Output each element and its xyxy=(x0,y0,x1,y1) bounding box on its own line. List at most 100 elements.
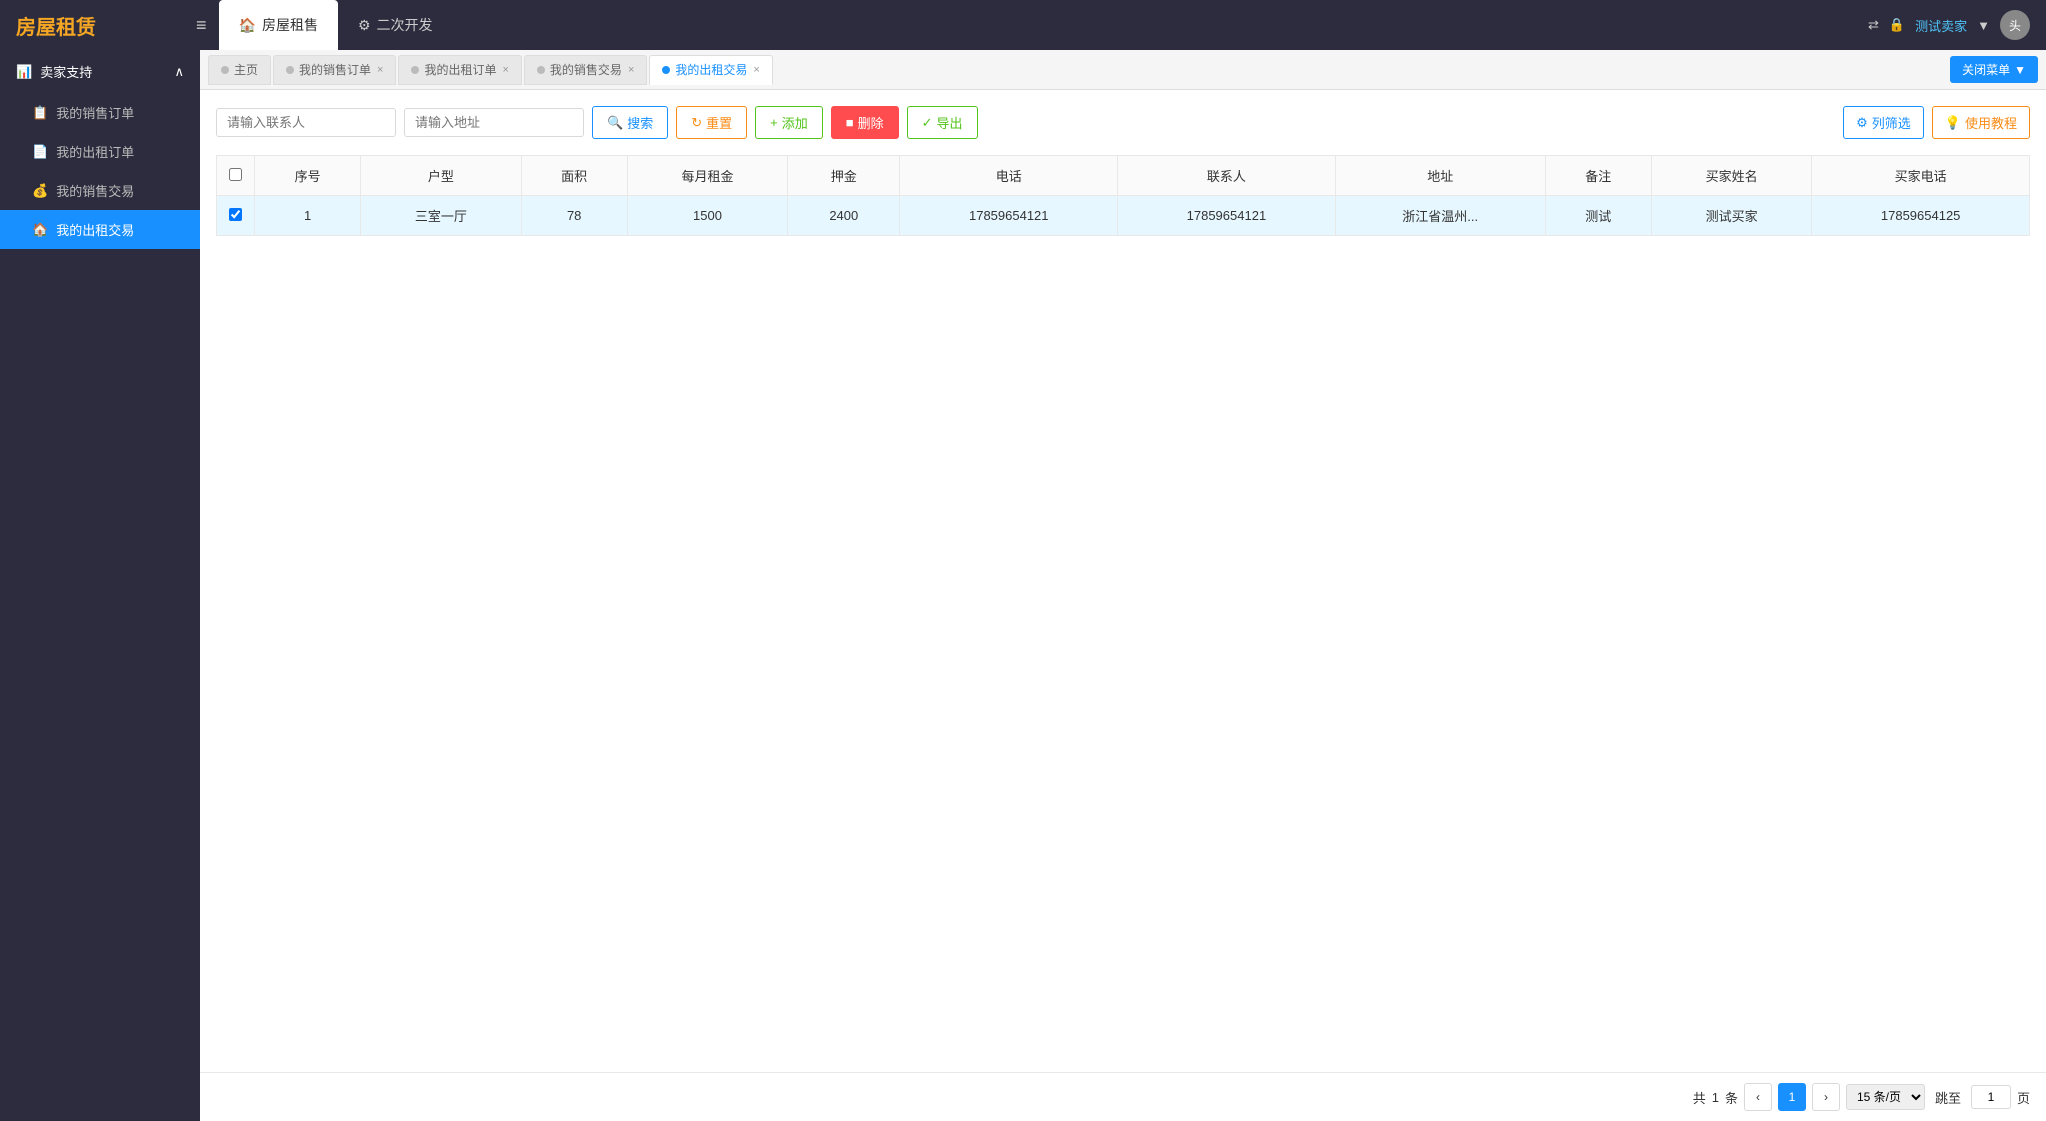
rental-transactions-icon: 🏠 xyxy=(32,222,48,238)
row-checkbox-cell[interactable] xyxy=(217,196,255,236)
tab-sales-orders-dot xyxy=(286,66,294,74)
toolbar-right: ⚙ 列筛选 💡 使用教程 xyxy=(1843,106,2030,139)
cell-address: 浙江省温州... xyxy=(1335,196,1545,236)
tab-rental-orders[interactable]: 我的出租订单 × xyxy=(398,55,521,85)
address-input[interactable] xyxy=(404,108,584,137)
tab-rental-transactions-close[interactable]: × xyxy=(753,64,759,76)
page-unit: 页 xyxy=(2017,1088,2030,1107)
export-button[interactable]: ✓ 导出 xyxy=(907,106,978,139)
cell-contact: 17859654121 xyxy=(1118,196,1336,236)
close-menu-label: 关闭菜单 xyxy=(1962,61,2010,78)
seller-support-icon: 📊 xyxy=(16,64,32,80)
sidebar-item-sales-transactions[interactable]: 💰 我的销售交易 xyxy=(0,171,200,210)
sidebar-item-rental-orders-label: 我的出租订单 xyxy=(56,142,134,161)
tutorial-button[interactable]: 💡 使用教程 xyxy=(1932,106,2030,139)
tab-sales-transactions-dot xyxy=(537,66,545,74)
tab-rental-orders-close[interactable]: × xyxy=(502,64,508,76)
sales-transactions-icon: 💰 xyxy=(32,183,48,199)
tab-actions: 关闭菜单 ▼ xyxy=(1950,56,2038,83)
cell-deposit: 2400 xyxy=(788,196,900,236)
next-page-button[interactable]: › xyxy=(1812,1083,1840,1111)
rental-orders-icon: 📄 xyxy=(32,144,48,160)
tab-sales-orders-label: 我的销售订单 xyxy=(299,61,371,78)
search-button[interactable]: 🔍 搜索 xyxy=(592,106,668,139)
nav-tab-dev-label: 二次开发 xyxy=(377,15,433,35)
cell-buyer-name: 测试买家 xyxy=(1651,196,1811,236)
tab-sales-transactions-label: 我的销售交易 xyxy=(550,61,622,78)
sidebar-section-header[interactable]: 📊 卖家支持 ∧ xyxy=(0,50,200,93)
tab-home[interactable]: 主页 xyxy=(208,55,271,85)
pagination-total-label: 共 xyxy=(1693,1088,1706,1107)
sidebar-item-rental-transactions-label: 我的出租交易 xyxy=(56,220,134,239)
sidebar-section-label: 卖家支持 xyxy=(40,62,92,81)
tab-rental-transactions[interactable]: 我的出租交易 × xyxy=(649,55,772,85)
app-logo: 房屋租赁 xyxy=(16,11,196,40)
delete-label: 删除 xyxy=(858,113,884,132)
nav-tabs: 🏠 房屋租售 ⚙ 二次开发 xyxy=(219,0,453,50)
tab-rental-orders-label: 我的出租订单 xyxy=(424,61,496,78)
footer: 共 1 条 ‹ 1 › 15 条/页 30 条/页 50 条/页 跳至 页 xyxy=(200,1072,2046,1121)
pagination-total-unit: 条 xyxy=(1725,1088,1738,1107)
col-house-type: 户型 xyxy=(361,156,521,196)
goto-input[interactable] xyxy=(1971,1085,2011,1109)
contact-input[interactable] xyxy=(216,108,396,137)
prev-page-button[interactable]: ‹ xyxy=(1744,1083,1772,1111)
nav-tab-house-sale-label: 房屋租售 xyxy=(262,15,318,35)
sidebar-item-rental-orders[interactable]: 📄 我的出租订单 xyxy=(0,132,200,171)
header-right: ⇄ 🔒 测试卖家 ▼ 头 xyxy=(1868,10,2030,40)
sidebar-item-sales-orders[interactable]: 📋 我的销售订单 xyxy=(0,93,200,132)
col-deposit: 押金 xyxy=(788,156,900,196)
sidebar: 📊 卖家支持 ∧ 📋 我的销售订单 📄 我的出租订单 💰 我的销售交易 🏠 我的… xyxy=(0,50,200,1121)
menu-toggle-button[interactable]: ≡ xyxy=(196,15,207,36)
page-size-select[interactable]: 15 条/页 30 条/页 50 条/页 xyxy=(1846,1084,1925,1110)
select-all-checkbox[interactable] xyxy=(229,168,242,181)
row-checkbox[interactable] xyxy=(229,208,242,221)
select-all-cell[interactable] xyxy=(217,156,255,196)
col-area: 面积 xyxy=(521,156,627,196)
col-address: 地址 xyxy=(1335,156,1545,196)
user-dropdown-icon[interactable]: ▼ xyxy=(1977,18,1990,33)
reset-button[interactable]: ↻ 重置 xyxy=(676,106,747,139)
nav-tab-dev[interactable]: ⚙ 二次开发 xyxy=(338,0,453,50)
cell-monthly-rent: 1500 xyxy=(627,196,787,236)
tab-sales-orders-close[interactable]: × xyxy=(377,64,383,76)
tab-sales-transactions-close[interactable]: × xyxy=(628,64,634,76)
search-label: 搜索 xyxy=(627,113,653,132)
table-body: 1 三室一厅 78 1500 2400 17859654121 17859654… xyxy=(217,196,2030,236)
avatar[interactable]: 头 xyxy=(2000,10,2030,40)
delete-button[interactable]: ■ 删除 xyxy=(831,106,899,139)
tutorial-icon: 💡 xyxy=(1945,115,1961,131)
table-header-row: 序号 户型 面积 每月租金 押金 电话 联系人 地址 备注 买家姓名 买家电话 xyxy=(217,156,2030,196)
col-phone: 电话 xyxy=(900,156,1118,196)
filter-icon: ⚙ xyxy=(1856,115,1868,131)
close-menu-button[interactable]: 关闭菜单 ▼ xyxy=(1950,56,2038,83)
add-button[interactable]: + 添加 xyxy=(755,106,823,139)
content-area: 主页 我的销售订单 × 我的出租订单 × 我的销售交易 × xyxy=(200,50,2046,1121)
header-nav: ≡ 🏠 房屋租售 ⚙ 二次开发 xyxy=(196,0,1868,50)
reset-icon: ↻ xyxy=(691,115,702,131)
export-icon: ✓ xyxy=(922,115,933,131)
tab-sales-transactions[interactable]: 我的销售交易 × xyxy=(524,55,647,85)
exchange-icon: ⇄ xyxy=(1868,17,1879,33)
tab-sales-orders[interactable]: 我的销售订单 × xyxy=(273,55,396,85)
col-remark: 备注 xyxy=(1545,156,1651,196)
sales-orders-icon: 📋 xyxy=(32,105,48,121)
tab-rental-orders-dot xyxy=(411,66,419,74)
add-label: 添加 xyxy=(782,113,808,132)
sidebar-item-sales-orders-label: 我的销售订单 xyxy=(56,103,134,122)
dev-icon: ⚙ xyxy=(358,17,371,34)
cell-house-type: 三室一厅 xyxy=(361,196,521,236)
add-icon: + xyxy=(770,115,778,130)
main-body: 📊 卖家支持 ∧ 📋 我的销售订单 📄 我的出租订单 💰 我的销售交易 🏠 我的… xyxy=(0,50,2046,1121)
sidebar-item-rental-transactions[interactable]: 🏠 我的出租交易 xyxy=(0,210,200,249)
main-content: 🔍 搜索 ↻ 重置 + 添加 ■ 删除 xyxy=(200,90,2046,1072)
sidebar-item-sales-transactions-label: 我的销售交易 xyxy=(56,181,134,200)
filter-button[interactable]: ⚙ 列筛选 xyxy=(1843,106,1924,139)
tab-rental-transactions-dot xyxy=(662,66,670,74)
page-1-button[interactable]: 1 xyxy=(1778,1083,1806,1111)
house-sale-icon: 🏠 xyxy=(239,17,256,34)
user-name[interactable]: 测试卖家 xyxy=(1915,16,1967,35)
nav-tab-house-sale[interactable]: 🏠 房屋租售 xyxy=(219,0,338,50)
tab-home-dot xyxy=(221,66,229,74)
col-buyer-phone: 买家电话 xyxy=(1812,156,2030,196)
